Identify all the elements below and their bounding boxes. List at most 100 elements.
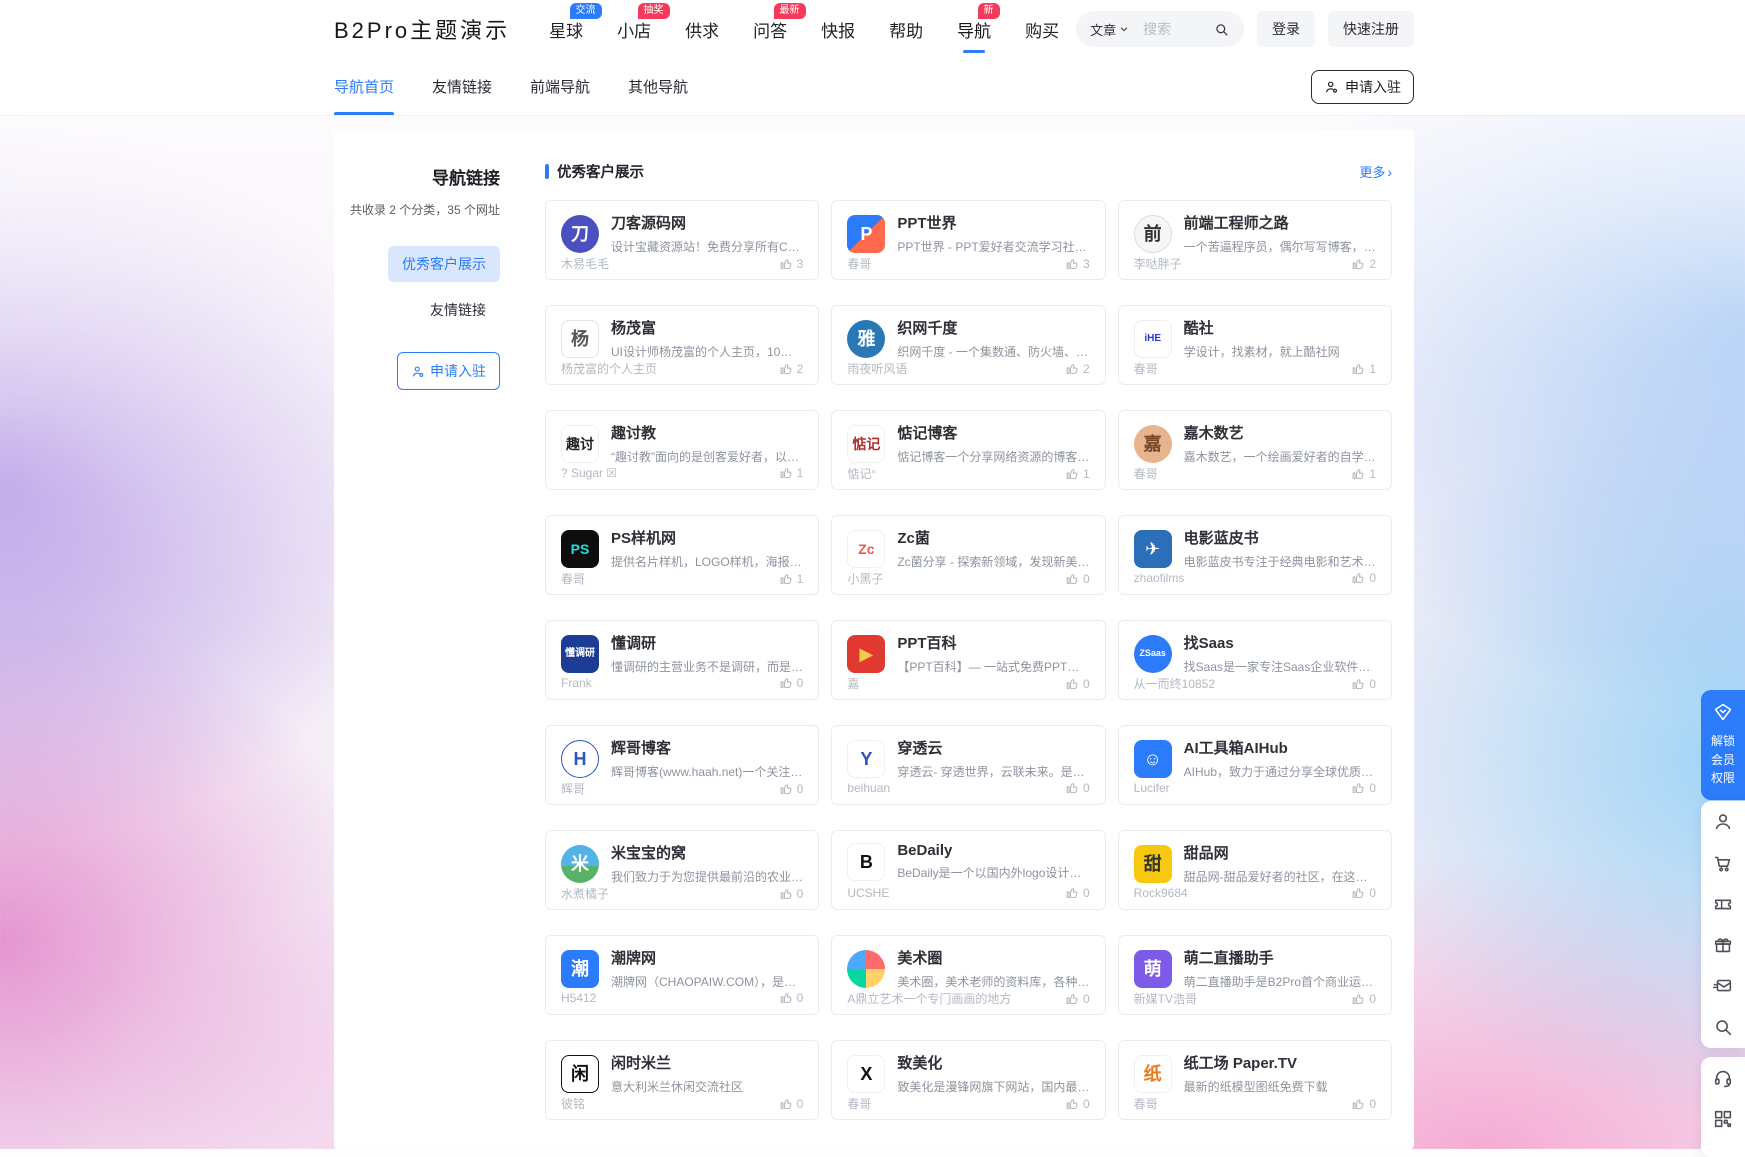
subnav-tab-其他导航[interactable]: 其他导航: [628, 58, 688, 115]
subnav-tab-导航首页[interactable]: 导航首页: [334, 58, 394, 115]
site-card[interactable]: H 辉哥博客 辉哥博客(www.haah.net)一个关注… 辉哥 0: [545, 725, 819, 805]
more-link[interactable]: 更多 ›: [1359, 162, 1392, 181]
header-nav-item-问答[interactable]: 最新 问答: [736, 0, 804, 58]
header-nav-item-星球[interactable]: 交流 星球: [532, 0, 600, 58]
site-card[interactable]: B BeDaily BeDaily是一个以国内外logo设计分… UCSHE 0: [831, 830, 1105, 910]
subnav-tab-前端导航[interactable]: 前端导航: [530, 58, 590, 115]
register-button[interactable]: 快速注册: [1328, 11, 1414, 47]
apply-join-button-top[interactable]: 申请入驻: [1311, 70, 1414, 104]
site-card[interactable]: 刀 刀客源码网 设计宝藏资源站！免费分享所有CG… 木易毛毛 3: [545, 200, 819, 280]
site-logo-text: Zc: [858, 542, 874, 556]
section-title: 优秀客户展示: [557, 161, 644, 182]
like-button[interactable]: 1: [779, 465, 804, 480]
like-button[interactable]: 0: [1065, 1096, 1090, 1111]
site-card[interactable]: 甜 甜品网 甜品网-甜品爱好者的社区，在这里… Rock9684 0: [1118, 830, 1392, 910]
site-card[interactable]: Zc Zc菌 Zc菌分享 - 探索新领域，发现新美好… 小黑子 0: [831, 515, 1105, 595]
site-card[interactable]: X 致美化 致美化是漫锋网旗下网站，国内最专… 春哥 0: [831, 1040, 1105, 1120]
like-button[interactable]: 1: [1351, 466, 1376, 481]
site-card-texts: 找Saas 找Saas是一家专注Saas企业软件和…: [1184, 632, 1376, 675]
site-card[interactable]: 萌 萌二直播助手 萌二直播助手是B2Pro首个商业运用… 新媒TV浩哥 0: [1118, 935, 1392, 1015]
like-button[interactable]: 1: [779, 571, 804, 586]
site-author: 辉哥: [561, 780, 585, 797]
like-button[interactable]: 1: [1065, 466, 1090, 481]
user-icon[interactable]: [1711, 810, 1735, 834]
like-button[interactable]: 0: [779, 990, 804, 1005]
like-button[interactable]: 1: [1351, 361, 1376, 376]
site-card[interactable]: Y 穿透云 穿透云- 穿透世界，云联未来。是一… beihuan 0: [831, 725, 1105, 805]
like-button[interactable]: 0: [1065, 885, 1090, 900]
mail-icon[interactable]: [1711, 974, 1735, 998]
gift-icon[interactable]: [1711, 933, 1735, 957]
header-nav-item-快报[interactable]: 快报: [804, 0, 872, 58]
like-button[interactable]: 0: [1351, 885, 1376, 900]
site-card[interactable]: 惦记 惦记博客 惦记博客一个分享网络资源的博客,… 惦记° 1: [831, 410, 1105, 490]
like-button[interactable]: 0: [1351, 780, 1376, 795]
ticket-icon[interactable]: [1711, 892, 1735, 916]
thumb-up-icon: [1351, 256, 1366, 271]
like-button[interactable]: 0: [779, 675, 804, 690]
site-card[interactable]: 雅 织网千度 织网千度 - 一个集数通、防火墙、无… 雨夜听风语 2: [831, 305, 1105, 385]
like-button[interactable]: 0: [1065, 780, 1090, 795]
like-button[interactable]: 3: [1065, 256, 1090, 271]
search-input[interactable]: 搜索: [1143, 19, 1213, 39]
site-card[interactable]: PS PS样机网 提供名片样机，LOGO样机，海报样… 春哥 1: [545, 515, 819, 595]
like-button[interactable]: 0: [779, 886, 804, 901]
unlock-membership-button[interactable]: 解锁会员权限: [1701, 690, 1745, 800]
like-button[interactable]: 3: [779, 256, 804, 271]
search-category-dropdown[interactable]: 文章: [1090, 20, 1129, 39]
qrcode-icon[interactable]: [1711, 1107, 1735, 1131]
site-card[interactable]: 美术圈 美术圈，美术老师的资料库，各种美… A鼎立艺术一个专门画画的地方 0: [831, 935, 1105, 1015]
search-icon[interactable]: [1213, 21, 1230, 38]
like-button[interactable]: 2: [1065, 361, 1090, 376]
site-card[interactable]: ✈ 电影蓝皮书 电影蓝皮书专注于经典电影和艺术电… zhaofilms 0: [1118, 515, 1392, 595]
site-card-footer: 春哥 3: [847, 255, 1089, 272]
site-card[interactable]: 嘉 嘉木数艺 嘉木数艺，一个绘画爱好者的自学平… 春哥 1: [1118, 410, 1392, 490]
login-button[interactable]: 登录: [1257, 11, 1315, 47]
site-card-texts: PS样机网 提供名片样机，LOGO样机，海报样…: [611, 527, 803, 570]
search-icon[interactable]: [1711, 1015, 1735, 1039]
like-count: 0: [1083, 572, 1090, 586]
like-button[interactable]: 2: [1351, 256, 1376, 271]
site-card[interactable]: 纸 纸工场 Paper.TV 最新的纸模型图纸免费下载 春哥 0: [1118, 1040, 1392, 1120]
site-card[interactable]: ☺ AI工具箱AIHub AIHub，致力于通过分享全球优质AI… Lucife…: [1118, 725, 1392, 805]
section-accent-bar: [545, 164, 549, 179]
like-button[interactable]: 0: [1351, 676, 1376, 691]
site-card[interactable]: P PPT世界 PPT世界 - PPT爱好者交流学习社区… 春哥 3: [831, 200, 1105, 280]
header-nav-item-帮助[interactable]: 帮助: [872, 0, 940, 58]
site-card[interactable]: 潮 潮牌网 潮牌网（CHAOPAIW.COM），是潮… H5412 0: [545, 935, 819, 1015]
site-card[interactable]: ZSaas 找Saas 找Saas是一家专注Saas企业软件和… 从一而终108…: [1118, 620, 1392, 700]
apply-join-button-sidebar[interactable]: 申请入驻: [397, 352, 500, 390]
site-card[interactable]: iHE 酷社 学设计，找素材，就上酷社网 春哥 1: [1118, 305, 1392, 385]
content-panel: 导航链接 共收录 2 个分类，35 个网址 优秀客户展示友情链接 申请入驻 优秀…: [334, 130, 1414, 1149]
like-button[interactable]: 0: [779, 781, 804, 796]
header-nav-item-供求[interactable]: 供求: [668, 0, 736, 58]
sidebar-category-item[interactable]: 友情链接: [416, 292, 500, 328]
site-card[interactable]: 趣讨 趣讨教 “趣讨教”面向的是创客爱好者，以… ? Sugar ☒ 1: [545, 410, 819, 490]
like-button[interactable]: 0: [1351, 1096, 1376, 1111]
like-button[interactable]: 0: [1065, 676, 1090, 691]
site-brand-logo[interactable]: B2Pro主题演示: [334, 13, 510, 45]
site-card-texts: 趣讨教 “趣讨教”面向的是创客爱好者，以…: [611, 422, 799, 465]
site-logo-icon: PS: [561, 530, 599, 568]
like-button[interactable]: 2: [779, 361, 804, 376]
site-card[interactable]: ▶ PPT百科 【PPT百科】— 一站式免费PPT模板… 嘉 0: [831, 620, 1105, 700]
cart-icon[interactable]: [1711, 851, 1735, 875]
headset-icon[interactable]: [1711, 1066, 1735, 1090]
like-button[interactable]: 0: [1351, 570, 1376, 585]
site-title: 潮牌网: [611, 947, 803, 968]
sidebar-category-item[interactable]: 优秀客户展示: [388, 246, 500, 282]
site-card[interactable]: 闲 闲时米兰 意大利米兰休闲交流社区 彼铭 0: [545, 1040, 819, 1120]
header-nav-item-购买[interactable]: 购买: [1008, 0, 1076, 58]
subnav-tab-友情链接[interactable]: 友情链接: [432, 58, 492, 115]
header-nav-item-小店[interactable]: 抽奖 小店: [600, 0, 668, 58]
like-button[interactable]: 0: [1351, 991, 1376, 1006]
site-card[interactable]: 米 米宝宝的窝 我们致力于为您提供最前沿的农业农… 水煮橘子 0: [545, 830, 819, 910]
search-box[interactable]: 文章 搜索: [1076, 11, 1244, 47]
site-card[interactable]: 前 前端工程师之路 一个苦逼程序员，偶尔写写博客，改… 李哒胖子 2: [1118, 200, 1392, 280]
header-nav-item-导航[interactable]: 新 导航: [940, 0, 1008, 58]
like-button[interactable]: 0: [779, 1096, 804, 1111]
site-card[interactable]: 懂调研 懂调研 懂调研的主营业务不是调研，而是测… Frank 0: [545, 620, 819, 700]
like-button[interactable]: 0: [1065, 991, 1090, 1006]
site-card[interactable]: 杨 杨茂富 UI设计师杨茂富的个人主页，10年… 杨茂富的个人主页 2: [545, 305, 819, 385]
like-button[interactable]: 0: [1065, 571, 1090, 586]
